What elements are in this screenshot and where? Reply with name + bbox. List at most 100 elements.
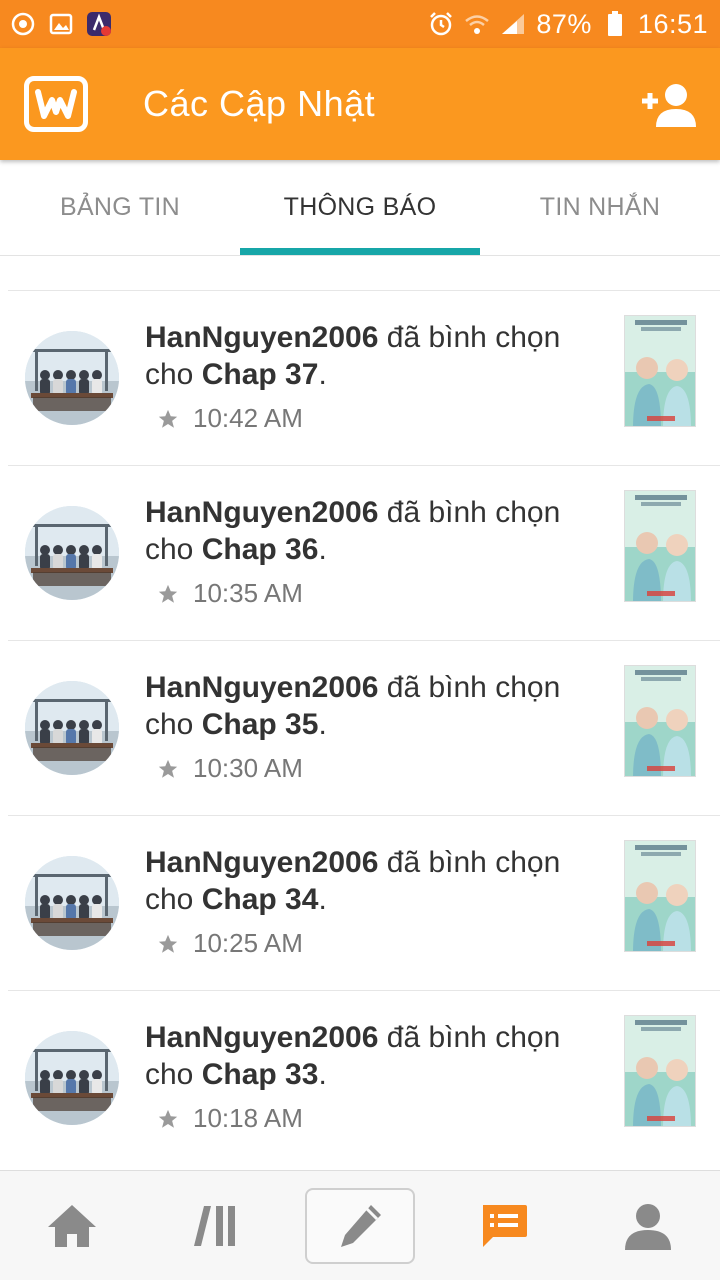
punctuation: . bbox=[318, 883, 327, 916]
star-icon bbox=[158, 934, 178, 953]
tab-messages[interactable]: TIN NHẮN bbox=[480, 160, 720, 255]
action-prefix: cho bbox=[145, 1058, 202, 1091]
notification-text: HanNguyen2006 đã bình chọn cho Chap 34. bbox=[145, 844, 605, 918]
username-link[interactable]: HanNguyen2006 bbox=[145, 1021, 378, 1054]
app-alert-icon bbox=[86, 11, 112, 37]
wifi-icon bbox=[464, 11, 490, 37]
bottom-navigation bbox=[0, 1170, 720, 1280]
page-title: Các Cập Nhật bbox=[143, 83, 376, 124]
tab-feed[interactable]: BẢNG TIN bbox=[0, 160, 240, 255]
action-prefix: cho bbox=[145, 358, 202, 391]
notification-item[interactable]: HanNguyen2006 đã bình chọn cho Chap 37. 1… bbox=[0, 291, 720, 466]
nav-notifications[interactable] bbox=[432, 1171, 576, 1280]
action-text: đã bình chọn bbox=[378, 321, 561, 354]
write-button[interactable] bbox=[305, 1187, 415, 1264]
battery-percentage: 87% bbox=[536, 8, 592, 39]
app-bar: Các Cập Nhật bbox=[0, 48, 720, 160]
tab-notifications[interactable]: THÔNG BÁO bbox=[240, 160, 480, 255]
group-photo-image bbox=[25, 506, 119, 600]
home-icon bbox=[48, 1204, 96, 1247]
avatar[interactable] bbox=[25, 856, 119, 950]
action-text: đã bình chọn bbox=[378, 1021, 561, 1054]
star-icon bbox=[158, 584, 178, 603]
compass-icon bbox=[10, 11, 36, 37]
action-prefix: cho bbox=[145, 708, 202, 741]
avatar[interactable] bbox=[25, 1031, 119, 1125]
avatar[interactable] bbox=[25, 506, 119, 600]
action-text: đã bình chọn bbox=[378, 496, 561, 529]
add-user-icon bbox=[642, 84, 696, 127]
nav-profile[interactable] bbox=[576, 1171, 720, 1280]
group-photo-image bbox=[25, 681, 119, 775]
book-cover-image bbox=[625, 1016, 695, 1126]
notification-item[interactable]: HanNguyen2006 đã bình chọn cho Chap 35. 1… bbox=[0, 641, 720, 816]
book-cover-image bbox=[625, 841, 695, 951]
book-cover-image bbox=[625, 316, 695, 426]
notification-meta: 10:18 AM bbox=[157, 1103, 303, 1134]
book-cover-image bbox=[625, 491, 695, 601]
story-cover-thumbnail[interactable] bbox=[624, 1015, 696, 1127]
pencil-icon bbox=[341, 1204, 381, 1247]
action-prefix: cho bbox=[145, 883, 202, 916]
nav-library[interactable] bbox=[144, 1171, 288, 1280]
timestamp: 10:25 AM bbox=[193, 928, 303, 958]
status-bar: 87% 16:51 bbox=[0, 0, 720, 48]
action-text: đã bình chọn bbox=[378, 671, 561, 704]
messages-icon bbox=[483, 1204, 527, 1247]
star-icon bbox=[158, 409, 178, 428]
username-link[interactable]: HanNguyen2006 bbox=[145, 671, 378, 704]
chapter-link[interactable]: Chap 37 bbox=[202, 358, 319, 391]
story-cover-thumbnail[interactable] bbox=[624, 490, 696, 602]
punctuation: . bbox=[318, 358, 327, 391]
punctuation: . bbox=[318, 533, 327, 566]
signal-icon bbox=[500, 11, 526, 37]
add-friend-button[interactable] bbox=[640, 80, 696, 128]
notification-meta: 10:25 AM bbox=[157, 928, 303, 959]
punctuation: . bbox=[318, 1058, 327, 1091]
chapter-link[interactable]: Chap 35 bbox=[202, 708, 319, 741]
avatar[interactable] bbox=[25, 681, 119, 775]
story-cover-thumbnail[interactable] bbox=[624, 840, 696, 952]
story-cover-thumbnail[interactable] bbox=[624, 665, 696, 777]
chapter-link[interactable]: Chap 34 bbox=[202, 883, 319, 916]
group-photo-image bbox=[25, 331, 119, 425]
star-icon bbox=[158, 759, 178, 778]
story-cover-thumbnail[interactable] bbox=[624, 315, 696, 427]
status-right-icons: 87% 16:51 bbox=[428, 9, 720, 40]
profile-icon bbox=[625, 1203, 671, 1250]
nav-home[interactable] bbox=[0, 1171, 144, 1280]
timestamp: 10:42 AM bbox=[193, 403, 303, 433]
wattpad-logo-icon[interactable] bbox=[24, 76, 88, 132]
timestamp: 10:18 AM bbox=[193, 1103, 303, 1133]
notification-item[interactable]: HanNguyen2006 đã bình chọn cho Chap 34. 1… bbox=[0, 816, 720, 991]
book-cover-image bbox=[625, 666, 695, 776]
star-icon bbox=[158, 1109, 178, 1128]
chapter-link[interactable]: Chap 33 bbox=[202, 1058, 319, 1091]
notification-text: HanNguyen2006 đã bình chọn cho Chap 35. bbox=[145, 669, 605, 743]
notification-list[interactable]: HanNguyen2006 đã bình chọn cho Chap 37. 1… bbox=[0, 256, 720, 1158]
avatar[interactable] bbox=[25, 331, 119, 425]
notification-text: HanNguyen2006 đã bình chọn cho Chap 37. bbox=[145, 319, 605, 393]
action-text: đã bình chọn bbox=[378, 846, 561, 879]
username-link[interactable]: HanNguyen2006 bbox=[145, 846, 378, 879]
action-prefix: cho bbox=[145, 533, 202, 566]
notification-text: HanNguyen2006 đã bình chọn cho Chap 33. bbox=[145, 1019, 605, 1093]
status-time: 16:51 bbox=[637, 8, 708, 39]
username-link[interactable]: HanNguyen2006 bbox=[145, 496, 378, 529]
group-photo-image bbox=[25, 1031, 119, 1125]
timestamp: 10:30 AM bbox=[193, 753, 303, 783]
notification-meta: 10:30 AM bbox=[157, 753, 303, 784]
punctuation: . bbox=[318, 708, 327, 741]
tab-bar: BẢNG TIN THÔNG BÁO TIN NHẮN bbox=[0, 160, 720, 256]
notification-item[interactable]: HanNguyen2006 đã bình chọn cho Chap 36. 1… bbox=[0, 466, 720, 641]
notification-meta: 10:42 AM bbox=[157, 403, 303, 434]
nav-write[interactable] bbox=[288, 1171, 432, 1280]
username-link[interactable]: HanNguyen2006 bbox=[145, 321, 378, 354]
library-icon bbox=[194, 1205, 235, 1246]
notification-item[interactable]: HanNguyen2006 đã bình chọn cho Chap 33. 1… bbox=[0, 991, 720, 1158]
notification-text: HanNguyen2006 đã bình chọn cho Chap 36. bbox=[145, 494, 605, 568]
image-icon bbox=[48, 11, 74, 37]
timestamp: 10:35 AM bbox=[193, 578, 303, 608]
group-photo-image bbox=[25, 856, 119, 950]
chapter-link[interactable]: Chap 36 bbox=[202, 533, 319, 566]
